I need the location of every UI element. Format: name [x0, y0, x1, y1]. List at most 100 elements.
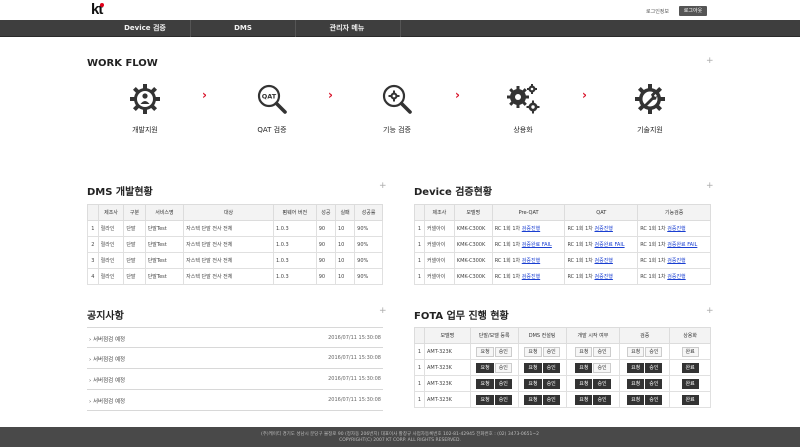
logo-dot: [100, 3, 104, 7]
request-button[interactable]: 요청: [524, 394, 542, 405]
table-row[interactable]: 1 커넬아이 KMK-C300K RC 1회 1차 검증진행 RC 1회 1차 …: [414, 252, 711, 269]
cell: 자스텍 단말 전사 전체: [183, 252, 274, 269]
status-link[interactable]: 검증진행: [667, 258, 685, 264]
approve-button[interactable]: 승인: [645, 378, 663, 389]
approve-button[interactable]: 승인: [593, 362, 611, 373]
list-item[interactable]: › 서버점검 예정 2016/07/11 15:30:08: [87, 369, 383, 390]
column-header: 상용화: [669, 327, 711, 344]
status-link[interactable]: 검증진행: [522, 274, 540, 280]
request-button[interactable]: 요청: [575, 346, 593, 357]
approve-button[interactable]: 승인: [645, 362, 663, 373]
chevron-right-icon: ›: [328, 88, 333, 102]
workflow-step-label: QAT 검증: [257, 126, 287, 134]
request-button[interactable]: 요청: [627, 378, 645, 389]
complete-button[interactable]: 완료: [681, 346, 699, 357]
complete-button[interactable]: 완료: [681, 362, 699, 373]
cell: 90%: [354, 220, 383, 237]
table-row[interactable]: 3 릴라인 단말 단말Test 자스텍 단말 전사 전체 1.0.3 90 10…: [87, 252, 383, 269]
status-link[interactable]: 검증진행: [667, 274, 685, 280]
request-button[interactable]: 요청: [627, 394, 645, 405]
cell: 요청 승인: [565, 359, 621, 376]
request-button[interactable]: 요청: [627, 362, 645, 373]
approve-button[interactable]: 승인: [542, 362, 560, 373]
request-button[interactable]: 요청: [524, 378, 542, 389]
logout-button[interactable]: 로그아웃: [679, 6, 707, 16]
cell: RC 1회 1차 검증진행: [491, 220, 566, 237]
workflow-step-commercialization[interactable]: 상용화: [483, 83, 563, 135]
complete-button[interactable]: 완료: [681, 378, 699, 389]
workflow-step-qat[interactable]: QAT QAT 검증: [232, 83, 312, 135]
fota-more-button[interactable]: +: [706, 307, 714, 316]
request-button[interactable]: 요청: [476, 378, 494, 389]
notice-list: › 서버점검 예정 2016/07/11 15:30:08 › 서버점검 예정 …: [87, 327, 383, 411]
status-link[interactable]: 검증완료 FAIL: [667, 242, 697, 248]
notice-title[interactable]: › 서버점검 예정: [89, 397, 125, 405]
request-button[interactable]: 요청: [476, 394, 494, 405]
request-button[interactable]: 요청: [476, 346, 494, 357]
qat-icon-text: QAT: [262, 93, 277, 101]
cell: 자스텍 단말 전사 전체: [183, 268, 274, 285]
column-header: QAT: [564, 204, 639, 221]
request-button[interactable]: 요청: [575, 378, 593, 389]
dms-table: 제조사 구분 서비스명 대상 펌웨어 버전 성공 실패 성공률 1 릴라인 단말…: [87, 204, 383, 285]
status-link[interactable]: 검증진행: [595, 274, 613, 280]
request-button[interactable]: 요청: [575, 362, 593, 373]
table-row[interactable]: 4 릴라인 단말 단말Test 자스텍 단말 전사 전체 1.0.3 90 10…: [87, 268, 383, 285]
request-button[interactable]: 요청: [627, 346, 645, 357]
list-item[interactable]: › 서버점검 예정 2016/07/11 15:30:08: [87, 348, 383, 369]
workflow-more-button[interactable]: +: [706, 57, 714, 66]
device-more-button[interactable]: +: [706, 182, 714, 191]
cell: 1: [87, 220, 99, 237]
notice-title[interactable]: › 서버점검 예정: [89, 355, 125, 363]
workflow-step-func-verify[interactable]: 기능 검증: [357, 83, 437, 135]
workflow-step-tech-support[interactable]: 기술지원: [610, 83, 690, 135]
list-item[interactable]: › 서버점검 예정 2016/07/11 15:30:08: [87, 327, 383, 348]
table-row[interactable]: 1 커넬아이 KMK-C300K RC 1회 1차 검증완료 FAIL RC 1…: [414, 236, 711, 253]
fota-title: FOTA 업무 진행 현황: [414, 311, 509, 322]
kt-logo[interactable]: kt: [91, 2, 115, 17]
table-row[interactable]: 1 커넬아이 KMK-C300K RC 1회 1차 검증진행 RC 1회 1차 …: [414, 268, 711, 285]
status-link[interactable]: 검증진행: [522, 226, 540, 232]
status-link[interactable]: 검증진행: [595, 258, 613, 264]
cell: 10: [334, 268, 356, 285]
request-button[interactable]: 요청: [476, 362, 494, 373]
cell: 커넬아이: [423, 252, 455, 269]
notice-title[interactable]: › 서버점검 예정: [89, 376, 125, 384]
approve-button[interactable]: 승인: [542, 394, 560, 405]
workflow-step-dev-support[interactable]: 개발지원: [105, 83, 185, 135]
list-item[interactable]: › 서버점검 예정 2016/07/11 15:30:08: [87, 390, 383, 411]
table-row[interactable]: 2 릴라인 단말 단말Test 자스텍 단말 전사 전체 1.0.3 90 10…: [87, 236, 383, 253]
approve-button[interactable]: 승인: [593, 394, 611, 405]
approve-button[interactable]: 승인: [593, 346, 611, 357]
nav-item-dms[interactable]: DMS: [198, 20, 288, 37]
status-link[interactable]: 검증진행: [595, 226, 613, 232]
table-row[interactable]: 1 릴라인 단말 단말Test 자스텍 단말 전사 전체 1.0.3 90 10…: [87, 220, 383, 237]
user-info-link[interactable]: 로그인정보: [646, 8, 669, 15]
status-link[interactable]: 검증진행: [522, 258, 540, 264]
approve-button[interactable]: 승인: [494, 394, 512, 405]
cell: 10: [334, 220, 356, 237]
nav-item-device-verify[interactable]: Device 검증: [100, 20, 190, 37]
status-link[interactable]: 검증완료 FAIL: [522, 242, 552, 248]
approve-button[interactable]: 승인: [645, 346, 663, 357]
approve-button[interactable]: 승인: [494, 378, 512, 389]
dms-more-button[interactable]: +: [379, 182, 387, 191]
notice-title[interactable]: › 서버점검 예정: [89, 335, 125, 343]
request-button[interactable]: 요청: [575, 394, 593, 405]
complete-button[interactable]: 완료: [681, 394, 699, 405]
table-row[interactable]: 1 커넬아이 KMK-C300K RC 1회 1차 검증진행 RC 1회 1차 …: [414, 220, 711, 237]
approve-button[interactable]: 승인: [494, 362, 512, 373]
nav-item-admin-menu[interactable]: 관리자 메뉴: [302, 20, 392, 37]
gear-wrench-icon: [635, 84, 665, 114]
request-button[interactable]: 요청: [524, 362, 542, 373]
status-link[interactable]: 검증완료 FAIL: [595, 242, 625, 248]
approve-button[interactable]: 승인: [542, 346, 560, 357]
status-link[interactable]: 검증진행: [667, 226, 685, 232]
approve-button[interactable]: 승인: [494, 346, 512, 357]
approve-button[interactable]: 승인: [542, 378, 560, 389]
column-header: 제조사: [97, 204, 125, 221]
notices-more-button[interactable]: +: [379, 307, 387, 316]
approve-button[interactable]: 승인: [593, 378, 611, 389]
approve-button[interactable]: 승인: [645, 394, 663, 405]
request-button[interactable]: 요청: [524, 346, 542, 357]
